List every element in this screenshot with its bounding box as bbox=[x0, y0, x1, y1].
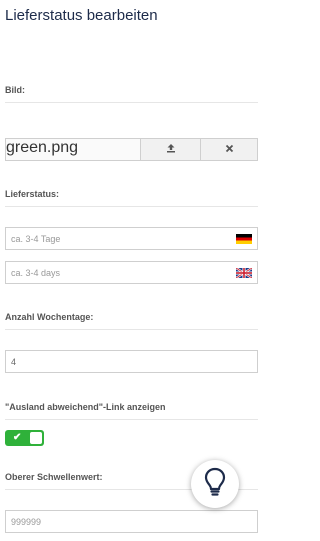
upper-threshold-label: Oberer Schwellenwert: bbox=[5, 472, 103, 482]
help-button[interactable] bbox=[191, 460, 239, 508]
delivery-status-de-input[interactable]: ca. 3-4 Tage bbox=[5, 227, 258, 250]
divider bbox=[5, 419, 258, 420]
delivery-status-label: Lieferstatus: bbox=[5, 189, 60, 199]
check-icon: ✔ bbox=[13, 432, 22, 443]
weekdays-input[interactable]: 4 bbox=[5, 350, 258, 373]
delivery-status-de-placeholder: ca. 3-4 Tage bbox=[11, 234, 61, 244]
close-icon bbox=[225, 144, 234, 156]
remove-image-button[interactable] bbox=[200, 138, 258, 161]
delivery-status-en-placeholder: ca. 3-4 days bbox=[11, 268, 61, 278]
divider bbox=[5, 329, 258, 330]
divider bbox=[5, 102, 258, 103]
weekdays-value: 4 bbox=[11, 357, 17, 367]
page-title: Lieferstatus bearbeiten bbox=[5, 7, 158, 24]
image-filename: green.png bbox=[6, 139, 79, 156]
image-label: Bild: bbox=[5, 85, 25, 95]
upload-icon bbox=[166, 143, 176, 156]
image-filename-field[interactable]: green.png bbox=[5, 138, 141, 161]
de-flag-icon bbox=[236, 234, 252, 244]
weekdays-label: Anzahl Wochentage: bbox=[5, 312, 94, 322]
upload-button[interactable] bbox=[140, 138, 201, 161]
abroad-link-label: "Ausland abweichend"-Link anzeigen bbox=[5, 402, 166, 412]
upper-threshold-input[interactable]: 999999 bbox=[5, 510, 258, 533]
uk-flag-icon bbox=[236, 268, 252, 278]
lightbulb-icon bbox=[203, 467, 227, 502]
toggle-knob bbox=[30, 432, 42, 444]
delivery-status-en-input[interactable]: ca. 3-4 days bbox=[5, 261, 258, 284]
upper-threshold-placeholder: 999999 bbox=[11, 517, 42, 527]
abroad-link-toggle[interactable]: ✔ bbox=[5, 430, 44, 446]
divider bbox=[5, 206, 258, 207]
